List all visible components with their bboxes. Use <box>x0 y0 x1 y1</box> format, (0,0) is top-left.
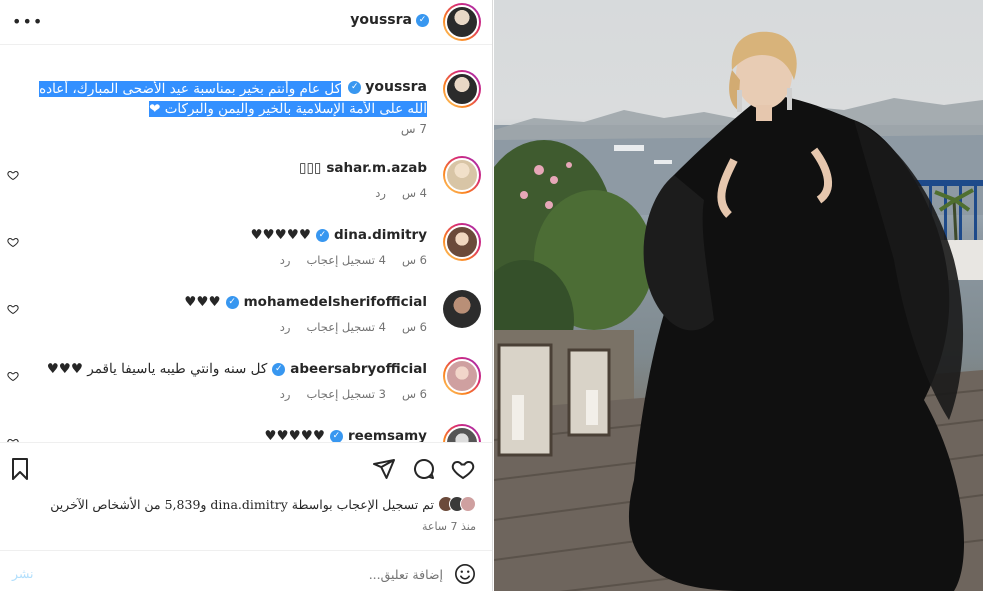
comment-time: 4 س <box>401 186 427 200</box>
verified-badge-icon: ✓ <box>225 295 239 309</box>
comment-bubble-icon[interactable] <box>412 457 436 481</box>
reply-button[interactable]: رد <box>375 186 386 200</box>
comment-row: ♥♥♥ ✓ mohamedelsherifofficial 6 س 4 تسجي… <box>0 290 492 350</box>
comment-text: ♥♥♥♥♥ <box>264 428 325 442</box>
comment-composer: نشر <box>0 550 492 591</box>
comment-time: 6 س <box>401 387 427 401</box>
comment-meta: 6 س 3 تسجيل إعجاب رد <box>280 387 427 401</box>
comment-meta: 6 س 4 تسجيل إعجاب رد <box>280 320 427 334</box>
verified-badge-icon: ✓ <box>315 228 329 242</box>
like-comment-heart-icon[interactable] <box>7 303 19 315</box>
comment-avatar[interactable] <box>443 156 481 194</box>
emoji-icon[interactable] <box>454 563 476 585</box>
comment-meta: 4 س رد <box>375 186 427 200</box>
comment-body: كل سنه وانتي طيبه ياسيفا ياقمر ♥♥♥ ✓ abe… <box>47 361 427 377</box>
verified-badge-icon: ✓ <box>272 362 286 376</box>
comment-avatar[interactable] <box>443 357 481 395</box>
comment-body: ♥♥♥ ✓ mohamedelsherifofficial <box>184 294 427 310</box>
caption-time: 7 س <box>400 122 427 136</box>
comment-text: ♥♥♥♥♥ <box>250 227 311 243</box>
verified-badge-icon: ✓ <box>416 13 429 27</box>
post-comment-button[interactable]: نشر <box>12 566 34 581</box>
comment-username[interactable]: dina.dimitry <box>334 227 427 243</box>
comment-text: كل سنه وانتي طيبه ياسيفا ياقمر ♥♥♥ <box>46 361 268 377</box>
comment-row: ♥♥♥♥♥ ✓ reemsamy <box>0 424 492 442</box>
caption-text: كل عام وأنتم بخير بمناسبة عيد الأضحى الم… <box>37 79 427 119</box>
comment-likes[interactable]: 3 تسجيل إعجاب <box>306 387 386 401</box>
comment-meta: 6 س 4 تسجيل إعجاب رد <box>280 253 427 267</box>
comment-username[interactable]: sahar.m.azab <box>326 160 427 176</box>
comment-time: 6 س <box>401 320 427 334</box>
liker-avatars <box>438 496 476 512</box>
verified-badge-icon: ✓ <box>329 429 343 442</box>
comment-time: 6 س <box>401 253 427 267</box>
more-options-icon[interactable]: ••• <box>12 12 43 31</box>
comment-body: ♥♥♥♥♥ ✓ reemsamy <box>264 428 427 442</box>
save-bookmark-icon[interactable] <box>8 457 32 481</box>
comment-avatar[interactable] <box>443 424 481 442</box>
share-send-icon[interactable] <box>372 457 396 481</box>
caption-avatar[interactable] <box>443 70 481 108</box>
header-username[interactable]: youssra <box>350 12 412 28</box>
like-heart-icon[interactable] <box>451 457 475 481</box>
comment-row: ▯▯▯ sahar.m.azab 4 س رد <box>0 156 492 216</box>
comment-input[interactable] <box>63 563 443 585</box>
reply-button[interactable]: رد <box>280 253 291 267</box>
comment-username[interactable]: abeersabryofficial <box>290 361 427 377</box>
liker-avatar <box>460 496 476 512</box>
comment-avatar[interactable] <box>443 290 481 328</box>
comment-row: ♥♥♥♥♥ ✓ dina.dimitry 6 س 4 تسجيل إعجاب ر… <box>0 223 492 283</box>
comment-row: كل سنه وانتي طيبه ياسيفا ياقمر ♥♥♥ ✓ abe… <box>0 357 492 417</box>
likes-summary[interactable]: تم تسجيل الإعجاب بواسطة dina.dimitry و5,… <box>50 496 476 512</box>
like-comment-heart-icon[interactable] <box>7 236 19 248</box>
comment-text: ▯▯▯ <box>299 160 322 176</box>
post-panel: ••• youssra ✓ ✓ youssra كل عام وأنتم بخي… <box>0 0 493 591</box>
comment-avatar[interactable] <box>443 223 481 261</box>
like-comment-heart-icon[interactable] <box>7 370 19 382</box>
header-avatar[interactable] <box>443 3 481 41</box>
like-comment-heart-icon[interactable] <box>7 169 19 181</box>
comment-body: ♥♥♥♥♥ ✓ dina.dimitry <box>250 227 427 243</box>
comment-text: ♥♥♥ <box>184 294 221 310</box>
comment-username[interactable]: mohamedelsherifofficial <box>244 294 427 310</box>
post-header: ••• youssra ✓ <box>0 0 492 45</box>
post-actions: تم تسجيل الإعجاب بواسطة dina.dimitry و5,… <box>0 442 492 591</box>
comment-body: ▯▯▯ sahar.m.azab <box>299 160 427 176</box>
likes-text[interactable]: تم تسجيل الإعجاب بواسطة dina.dimitry و5,… <box>50 497 434 512</box>
header-user[interactable]: youssra ✓ <box>350 12 429 28</box>
comment-likes[interactable]: 4 تسجيل إعجاب <box>306 253 386 267</box>
comments-list[interactable]: ✓ youssra كل عام وأنتم بخير بمناسبة عيد … <box>0 46 492 442</box>
reply-button[interactable]: رد <box>280 387 291 401</box>
photo-illustration <box>494 31 983 591</box>
comment-likes[interactable]: 4 تسجيل إعجاب <box>306 320 386 334</box>
caption-text-selected: كل عام وأنتم بخير بمناسبة عيد الأضحى الم… <box>39 81 427 117</box>
reply-button[interactable]: رد <box>280 320 291 334</box>
post-time: منذ 7 ساعة <box>421 520 476 533</box>
comment-username[interactable]: reemsamy <box>348 428 427 442</box>
post-photo <box>494 0 983 591</box>
